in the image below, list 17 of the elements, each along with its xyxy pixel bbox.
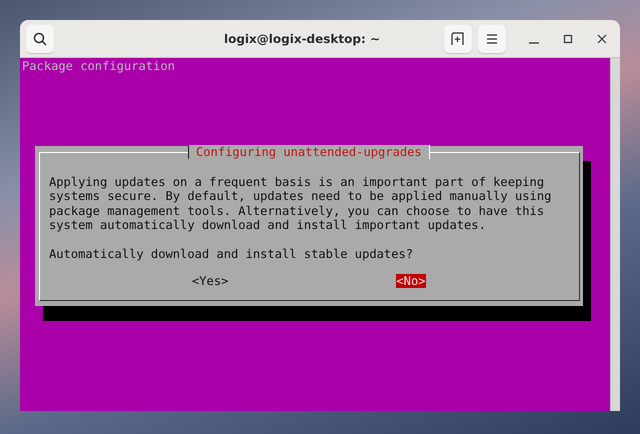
close-icon bbox=[597, 34, 607, 44]
dialog-option[interactable]: <Yes> bbox=[192, 274, 228, 288]
maximize-icon bbox=[563, 34, 573, 44]
menu-icon bbox=[486, 34, 498, 44]
new-tab-button[interactable] bbox=[444, 24, 472, 52]
window-title: logix@logix-desktop: ~ bbox=[222, 32, 382, 46]
dialog-question: Automatically download and install stable updates? bbox=[49, 247, 414, 262]
scrollbar[interactable] bbox=[610, 58, 620, 411]
dialog-title: Configuring unattended-upgrades bbox=[188, 144, 430, 159]
search-icon bbox=[33, 32, 47, 46]
dialog-message: Applying updates on a frequent basis is an important part of keeping systems secure. By default, updates need to be applied manually using package management tools. Alternatively, you can choose to have this system automatically download and install important updates. bbox=[49, 174, 552, 232]
search-button[interactable] bbox=[26, 24, 54, 52]
minimize-icon bbox=[529, 42, 539, 44]
dialog-option[interactable]: <No> bbox=[396, 274, 426, 288]
new-tab-icon bbox=[451, 32, 465, 46]
screen-header: Package configuration bbox=[21, 58, 176, 74]
menu-button[interactable] bbox=[478, 24, 506, 52]
